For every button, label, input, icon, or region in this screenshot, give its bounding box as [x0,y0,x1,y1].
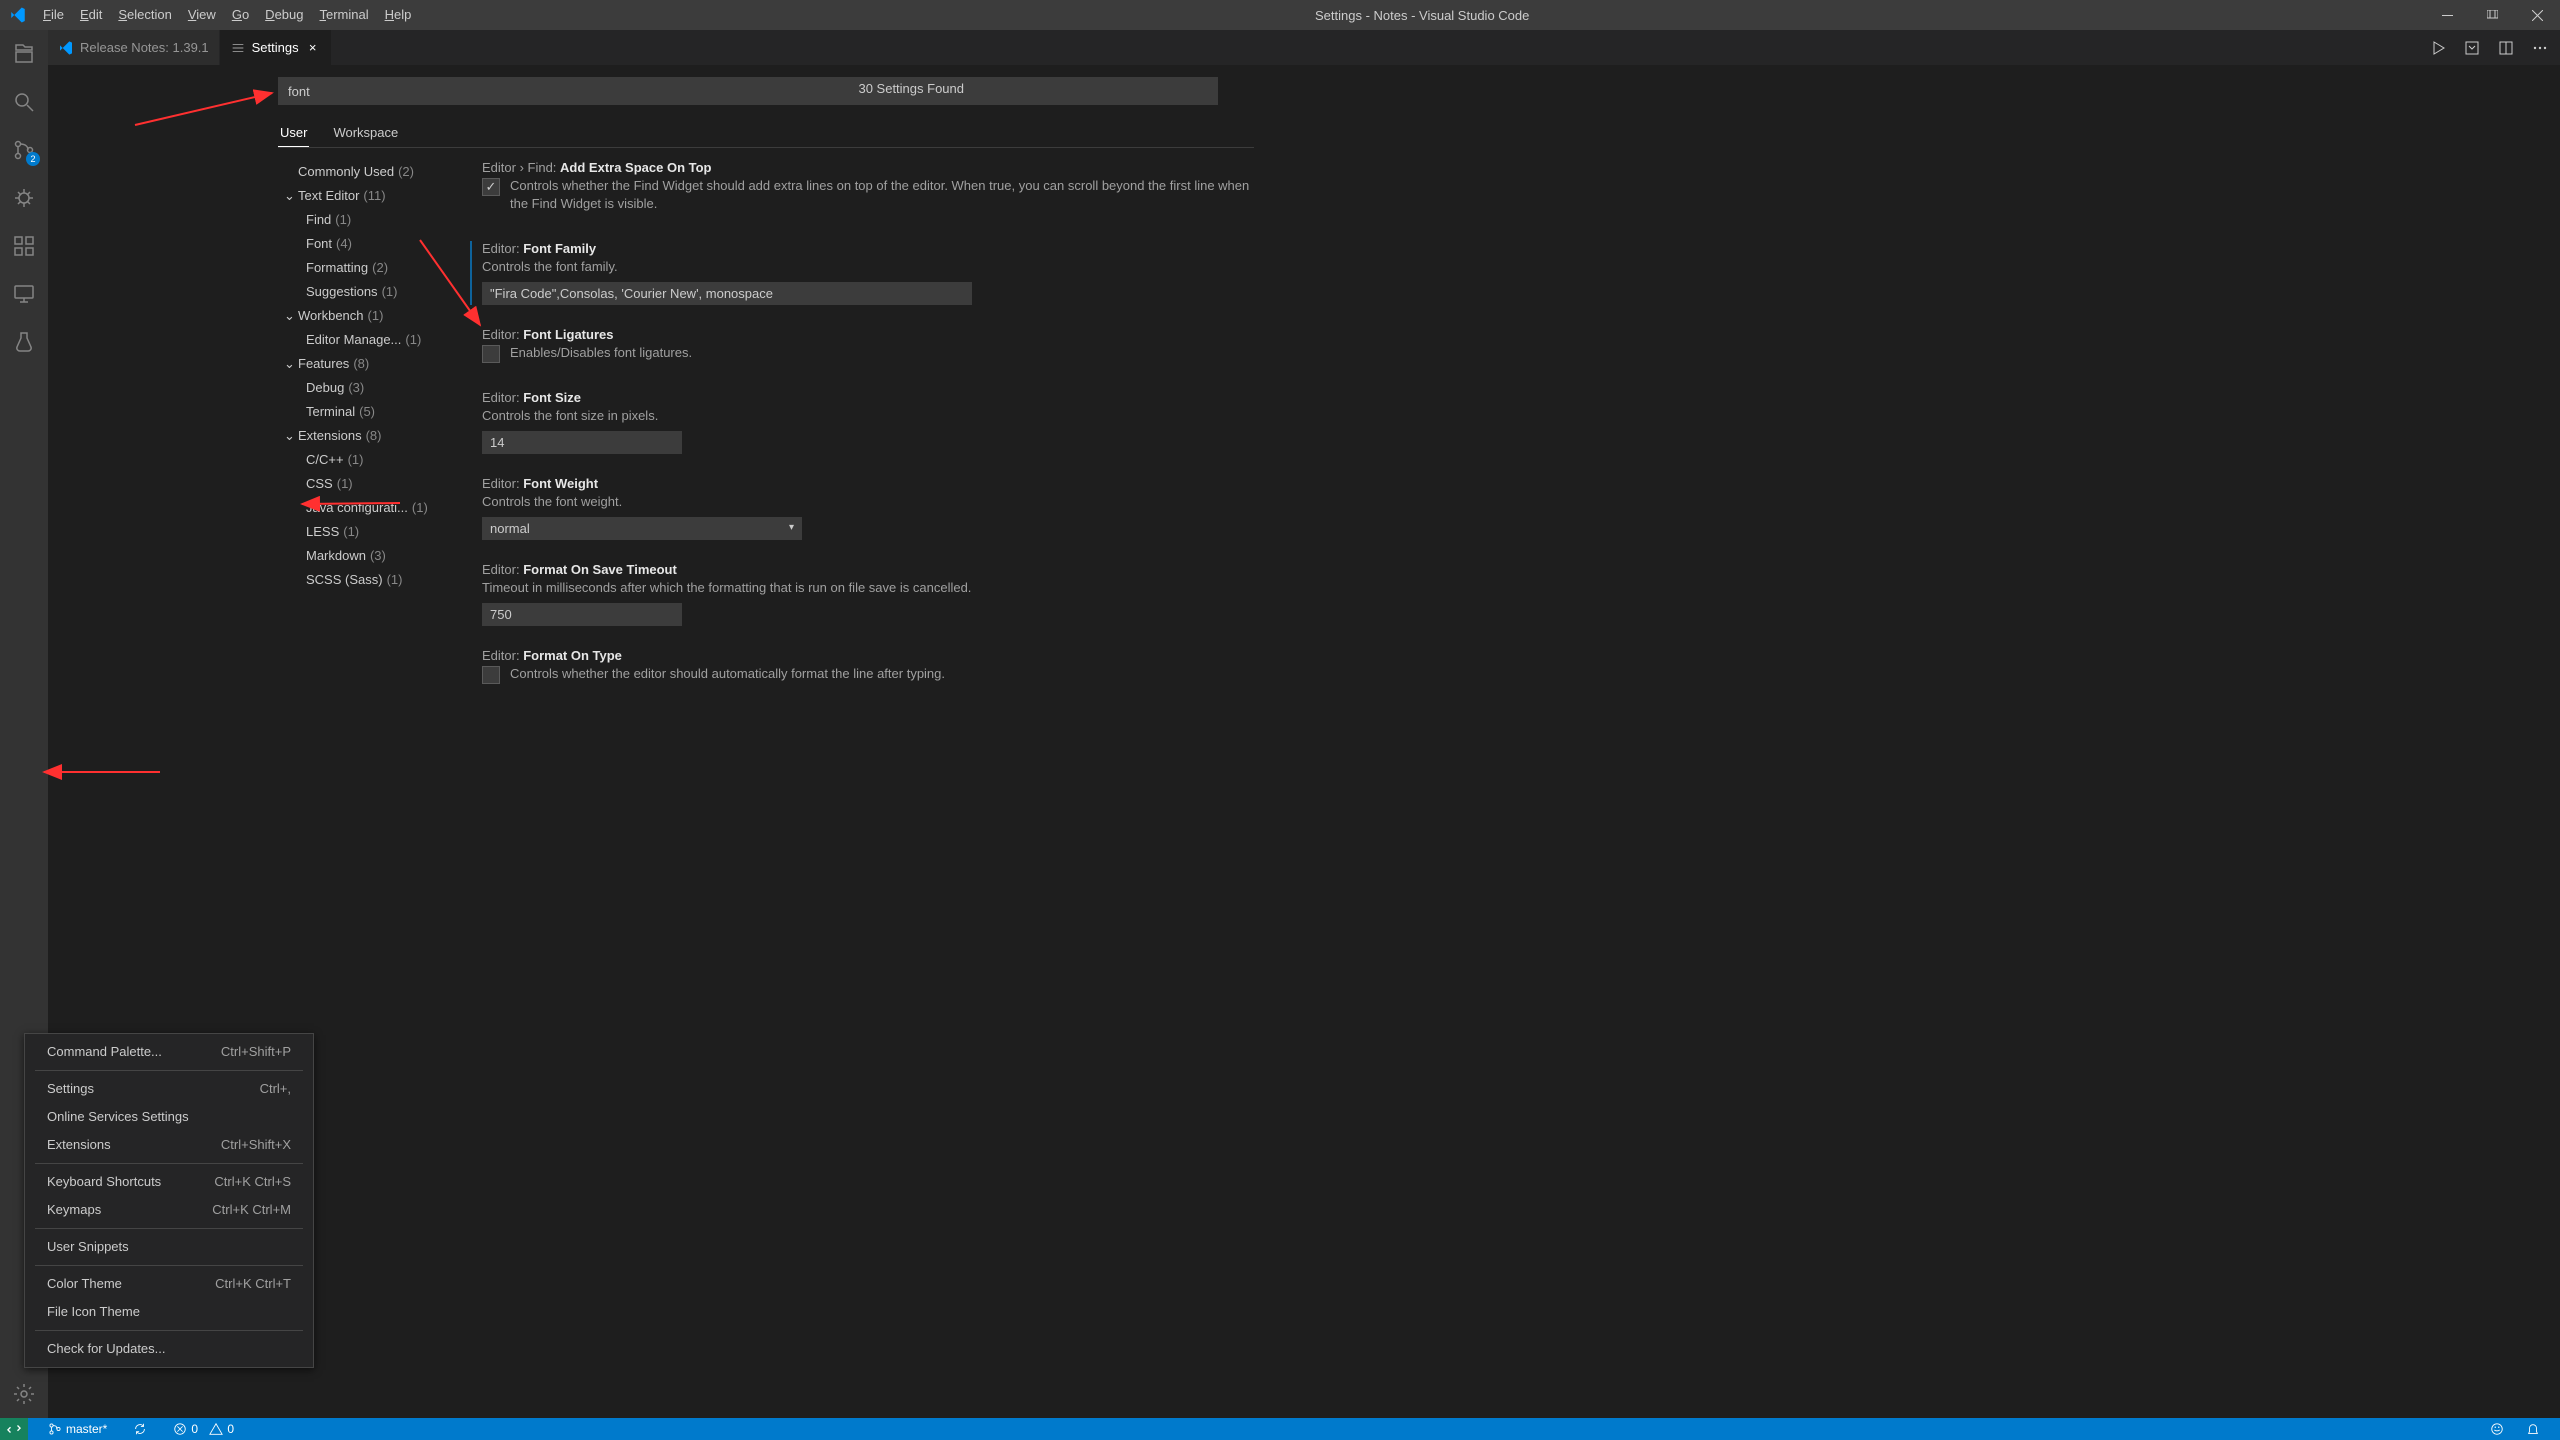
explorer-icon[interactable] [0,30,48,78]
problems[interactable]: 0 0 [167,1418,240,1440]
sync-icon[interactable] [127,1418,153,1440]
source-control-icon[interactable]: 2 [0,126,48,174]
remote-indicator[interactable] [0,1418,28,1440]
tree-debug[interactable]: Debug (3) [278,376,458,400]
checkbox[interactable] [482,178,500,196]
tree-less[interactable]: LESS (1) [278,520,458,544]
close-button[interactable] [2515,0,2560,30]
status-bar: master* 0 0 [0,1418,2560,1440]
number-input[interactable] [482,603,682,626]
ctx-keyboard-shortcuts[interactable]: Keyboard ShortcutsCtrl+K Ctrl+S [25,1168,313,1196]
ctx-user-snippets[interactable]: User Snippets [25,1233,313,1261]
scm-badge: 2 [26,152,40,166]
tree-commonly-used[interactable]: Commonly Used (2) [278,160,458,184]
setting-format-on-save-timeout: Editor: Format On Save TimeoutTimeout in… [470,562,1254,626]
tree-find[interactable]: Find (1) [278,208,458,232]
ctx-command-palette-[interactable]: Command Palette...Ctrl+Shift+P [25,1038,313,1066]
branch-name: master* [66,1422,107,1436]
tree-formatting[interactable]: Formatting (2) [278,256,458,280]
menu-file[interactable]: File [35,0,72,30]
setting-font-weight: Editor: Font WeightControls the font wei… [470,476,1254,540]
menu-debug[interactable]: Debug [257,0,311,30]
tab-bar: Release Notes: 1.39.1Settings× [48,30,2560,65]
menu-go[interactable]: Go [224,0,257,30]
select-input[interactable] [482,517,802,540]
checkbox[interactable] [482,666,500,684]
tab-actions [2428,30,2560,65]
gear-icon[interactable] [0,1370,48,1418]
tab-close-icon[interactable]: × [305,40,321,56]
menu-edit[interactable]: Edit [72,0,110,30]
ctx-file-icon-theme[interactable]: File Icon Theme [25,1298,313,1326]
setting-add-extra-space-on-top: Editor › Find: Add Extra Space On TopCon… [470,160,1254,219]
tab-settings[interactable]: Settings× [220,30,332,65]
ctx-color-theme[interactable]: Color ThemeCtrl+K Ctrl+T [25,1270,313,1298]
tree-markdown[interactable]: Markdown (3) [278,544,458,568]
tree-text-editor[interactable]: ⌄Text Editor (11) [278,184,458,208]
tree-java-configurati-[interactable]: Java configurati... (1) [278,496,458,520]
tree-scss-sass-[interactable]: SCSS (Sass) (1) [278,568,458,592]
setting-font-family: Editor: Font FamilyControls the font fam… [470,241,1254,305]
extensions-icon[interactable] [0,222,48,270]
run-icon[interactable] [2428,38,2448,58]
tree-suggestions[interactable]: Suggestions (1) [278,280,458,304]
scope-tabs: User Workspace [278,119,1254,148]
tree-css[interactable]: CSS (1) [278,472,458,496]
app-icon [0,0,35,30]
split-editor-icon[interactable] [2496,38,2516,58]
tree-extensions[interactable]: ⌄Extensions (8) [278,424,458,448]
ctx-keymaps[interactable]: KeymapsCtrl+K Ctrl+M [25,1196,313,1224]
tree-editor-manage-[interactable]: Editor Manage... (1) [278,328,458,352]
editor-area: Release Notes: 1.39.1Settings× 30 Settin… [48,30,2560,1418]
minimize-button[interactable] [2425,0,2470,30]
debug-icon[interactable] [0,174,48,222]
feedback-icon[interactable] [2484,1418,2510,1440]
maximize-button[interactable] [2470,0,2515,30]
search-results-count: 30 Settings Found [858,81,964,96]
title-bar: FileEditSelectionViewGoDebugTerminalHelp… [0,0,2560,30]
menu-bar: FileEditSelectionViewGoDebugTerminalHelp [35,0,419,30]
settings-editor: 30 Settings Found User Workspace Commonly… [48,65,2560,1418]
window-controls [2425,0,2560,30]
tree-c-c-[interactable]: C/C++ (1) [278,448,458,472]
tree-workbench[interactable]: ⌄Workbench (1) [278,304,458,328]
search-icon[interactable] [0,78,48,126]
notifications-icon[interactable] [2520,1418,2546,1440]
menu-terminal[interactable]: Terminal [311,0,376,30]
menu-selection[interactable]: Selection [110,0,179,30]
setting-font-ligatures: Editor: Font LigaturesEnables/Disables f… [470,327,1254,368]
number-input[interactable] [482,431,682,454]
text-input[interactable] [482,282,972,305]
settings-tree: Commonly Used (2)⌄Text Editor (11)Find (… [278,148,458,711]
tree-font[interactable]: Font (4) [278,232,458,256]
settings-search-input[interactable] [278,77,1218,105]
tree-features[interactable]: ⌄Features (8) [278,352,458,376]
menu-view[interactable]: View [180,0,224,30]
ctx-online-services-settings[interactable]: Online Services Settings [25,1103,313,1131]
tab-release-notes-1-39-1[interactable]: Release Notes: 1.39.1 [48,30,220,65]
ctx-settings[interactable]: SettingsCtrl+, [25,1075,313,1103]
ctx-check-for-updates-[interactable]: Check for Updates... [25,1335,313,1363]
split-down-icon[interactable] [2462,38,2482,58]
git-branch[interactable]: master* [42,1418,113,1440]
remote-explorer-icon[interactable] [0,270,48,318]
menu-help[interactable]: Help [377,0,420,30]
tree-terminal[interactable]: Terminal (5) [278,400,458,424]
more-icon[interactable] [2530,38,2550,58]
test-icon[interactable] [0,318,48,366]
settings-list: Editor › Find: Add Extra Space On TopCon… [458,148,1254,711]
scope-workspace[interactable]: Workspace [331,119,400,147]
gear-context-menu: Command Palette...Ctrl+Shift+P SettingsCt… [24,1033,314,1368]
ctx-extensions[interactable]: ExtensionsCtrl+Shift+X [25,1131,313,1159]
setting-format-on-type: Editor: Format On TypeControls whether t… [470,648,1254,689]
setting-font-size: Editor: Font SizeControls the font size … [470,390,1254,454]
checkbox[interactable] [482,345,500,363]
window-title: Settings - Notes - Visual Studio Code [419,8,2425,23]
scope-user[interactable]: User [278,119,309,147]
